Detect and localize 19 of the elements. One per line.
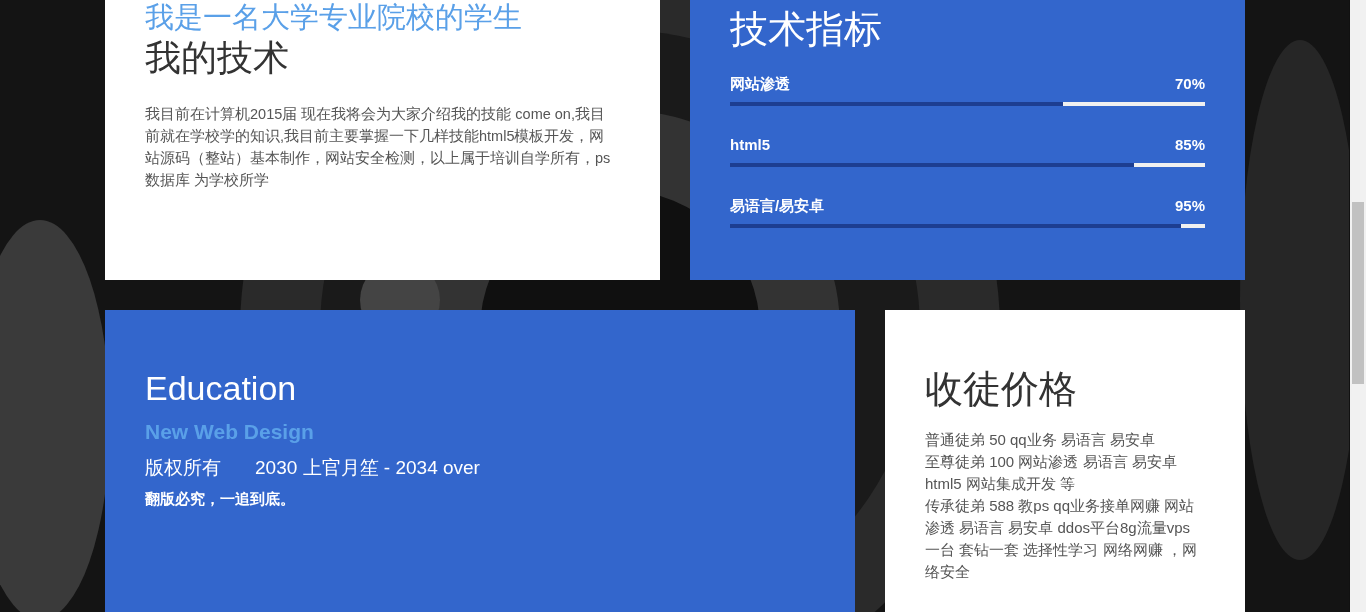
skills-title: 技术指标 <box>730 7 883 52</box>
price-item: 至尊徒弟 100 网站渗透 易语言 易安卓 html5 网站集成开发 等 <box>925 452 1178 494</box>
skill-percent: 85% <box>1174 136 1205 154</box>
about-text: 我目前在计算机2015届 现在我将会为大家介绍我的技能 come on,我目前就在学校学的知识,我目前主要掌握一下几样技能html5模板开发，网站源码（整站）基本制作，网站安全检测，以上属于培训自学所有，ps 数据库 为学校所学 <box>145 105 611 190</box>
pricing-title: 收徒价格 <box>925 367 1078 412</box>
skill-name: html5 <box>730 136 770 154</box>
price-item: 传承徒弟 588 教ps qq业务接单网赚 网站渗透 易语言 易安卓 ddos平台8g流量vps一台 套钻一套 选择性学习 网络网赚 ，网络安全 <box>925 496 1198 582</box>
education-subtitle: New Web Design <box>145 419 315 445</box>
education-period: 2030 上官月笙 - 2034 over <box>255 456 480 480</box>
copyright-label: 版权所有 <box>145 456 221 480</box>
skill-percent: 95% <box>1174 197 1205 215</box>
skill-percent: 70% <box>1174 75 1205 93</box>
skill-name: 易语言/易安卓 <box>730 197 825 215</box>
about-title: 我的技术 <box>145 36 290 80</box>
price-item: 普通徒弟 50 qq业务 易语言 易安卓 <box>925 430 1157 450</box>
about-subtitle: 我是一名大学专业院校的学生 <box>145 0 523 34</box>
education-note: 翻版必究，一追到底。 <box>145 489 296 509</box>
education-title: Education <box>145 368 298 409</box>
skill-name: 网站渗透 <box>730 75 790 93</box>
